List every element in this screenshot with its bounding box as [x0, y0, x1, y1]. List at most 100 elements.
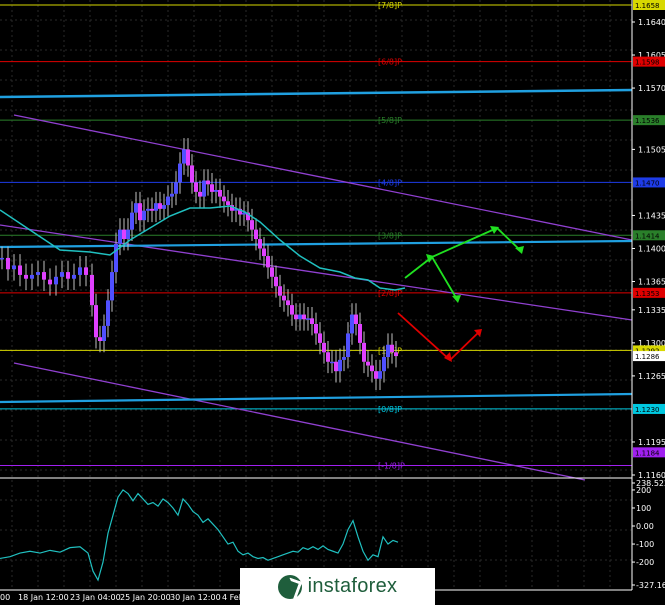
candle-body — [110, 272, 114, 301]
candle-body — [258, 239, 262, 249]
channel-top — [13, 114, 633, 241]
price-tag-label: 1.1414 — [635, 232, 660, 240]
candle-body — [24, 274, 28, 279]
candle-body — [270, 267, 274, 277]
candle-body — [142, 210, 146, 221]
price-axis: 1.16401.16051.15701.15051.14351.14001.13… — [631, 0, 665, 590]
candle-body — [266, 256, 270, 268]
candle-body — [182, 149, 186, 164]
price-tag-label: 1.1470 — [635, 179, 660, 187]
price-tag-label: 1.1536 — [635, 117, 660, 125]
candle-body — [386, 344, 390, 358]
candle-body — [278, 286, 282, 296]
candle-body — [138, 203, 142, 221]
candle-body — [370, 365, 374, 372]
candle-body — [178, 163, 182, 183]
osc-tick-label: -100 — [636, 540, 654, 549]
candle-body — [94, 305, 98, 338]
candle-body — [78, 267, 82, 275]
candle-body — [134, 203, 138, 213]
price-tick-label: 1.1335 — [638, 306, 665, 315]
price-tick-label: 1.1570 — [638, 84, 665, 93]
candle-body — [374, 371, 378, 379]
oscillator-panel — [0, 477, 632, 582]
time-tick-label: 23 Jan 04:00 — [70, 593, 121, 602]
candle-body — [12, 265, 16, 270]
price-tick-label: 1.1505 — [638, 145, 665, 154]
murrey-level-label: [3/8]P — [378, 231, 402, 240]
candle-body — [334, 361, 338, 372]
candle-body — [290, 305, 294, 315]
candle-body — [130, 212, 134, 230]
candle-body — [306, 318, 310, 320]
candle-body — [42, 272, 46, 280]
candles — [0, 138, 398, 391]
price-tag-label: 1.1598 — [635, 59, 660, 67]
forecast-up-arrowhead-3 — [452, 295, 461, 303]
candle-body — [310, 318, 314, 324]
price-tick-label: 1.1400 — [638, 244, 665, 253]
grid — [0, 0, 632, 590]
candle-body — [226, 201, 230, 206]
candle-body — [18, 265, 22, 275]
osc-tick-label: 200 — [636, 486, 651, 495]
price-tag-label: 1.1230 — [635, 406, 660, 414]
candle-body — [206, 180, 210, 185]
candle-body — [202, 180, 206, 197]
watermark-text: instaforex — [307, 575, 398, 597]
resistance-line-upper — [0, 88, 633, 99]
candle-body — [250, 220, 254, 230]
price-tick-label: 1.1195 — [638, 438, 665, 447]
price-tick-label: 1.1265 — [638, 372, 665, 381]
support-line-lower — [0, 392, 633, 404]
candle-body — [254, 229, 258, 240]
candle-body — [338, 359, 342, 372]
time-tick-label: 30 Jan 12:00 — [170, 593, 221, 602]
murrey-level-label: [7/8]P — [378, 1, 402, 10]
candle-body — [98, 337, 102, 341]
candle-body — [218, 189, 222, 197]
murrey-level-label: [5/8]P — [378, 116, 402, 125]
candle-body — [350, 314, 354, 334]
candle-body — [366, 361, 370, 366]
candle-body — [90, 274, 94, 306]
osc-tick-label: 0.00 — [636, 522, 654, 531]
candle-body — [294, 314, 298, 320]
candle-body — [106, 300, 110, 326]
candle-body — [118, 229, 122, 244]
osc-tick-label: -327.167 — [636, 581, 665, 590]
candle-body — [322, 342, 326, 353]
candle-body — [298, 314, 302, 320]
candle-body — [222, 196, 226, 202]
resistance-line-mid — [0, 239, 633, 249]
candle-body — [362, 342, 366, 362]
murrey-level-label: [-1/8]P — [378, 462, 405, 471]
price-chart[interactable]: [7/8]P[6/8]P[5/8]P[4/8]P[3/8]P[2/8]P[1/8… — [0, 0, 665, 605]
candle-body — [318, 333, 322, 343]
murrey-level-label: [6/8]P — [378, 58, 402, 67]
watermark: instaforex — [240, 568, 435, 605]
candle-body — [54, 276, 58, 285]
candle-body — [214, 189, 218, 192]
candle-body — [190, 165, 194, 183]
candle-body — [282, 295, 286, 301]
candle-body — [150, 208, 154, 211]
candle-body — [166, 196, 170, 206]
murrey-level-label: [0/8]P — [378, 405, 402, 414]
candle-body — [382, 357, 386, 372]
candle-body — [6, 257, 10, 270]
candle-body — [354, 314, 358, 324]
candle-body — [262, 248, 266, 257]
oscillator-axis: 238.52272001000.00-100-200-327.167 — [632, 479, 665, 590]
support-resistance-lines — [0, 88, 633, 404]
candle-body — [122, 229, 126, 240]
price-tag-label: 1.1184 — [635, 449, 660, 457]
time-tick-label: 00 — [0, 593, 10, 602]
candle-body — [390, 344, 394, 353]
murrey-level-label: [4/8]P — [378, 178, 402, 187]
candle-body — [126, 229, 130, 240]
price-tag-label: 1.1353 — [635, 290, 660, 298]
candle-body — [154, 203, 158, 211]
price-tick-label: 1.1365 — [638, 278, 665, 287]
candle-body — [66, 272, 70, 279]
